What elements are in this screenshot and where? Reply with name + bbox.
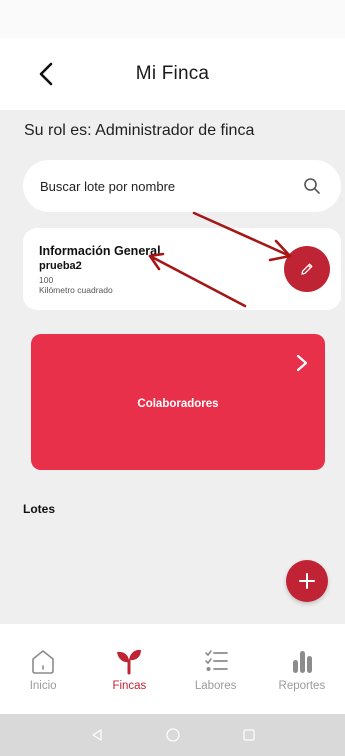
search-icon[interactable] (303, 177, 321, 195)
farm-area-unit: Kilómetro cuadrado (39, 285, 113, 295)
system-recents-button[interactable] (211, 714, 287, 756)
top-bar: Mi Finca (0, 38, 345, 110)
bottom-nav: Inicio Fincas Labores Reportes (0, 624, 345, 714)
status-bar (0, 0, 345, 38)
system-nav-bar (0, 714, 345, 756)
add-button[interactable] (286, 560, 328, 602)
farm-name: prueba2 (39, 260, 82, 272)
checklist-icon (204, 650, 228, 671)
system-back-button[interactable] (59, 714, 135, 756)
farm-area: 100 (39, 275, 54, 285)
nav-item-fincas[interactable]: Fincas (86, 624, 172, 714)
pencil-icon (301, 263, 313, 275)
sprout-icon (117, 649, 142, 675)
triangle-back-icon (91, 729, 102, 741)
search-bar[interactable] (23, 160, 341, 212)
nav-item-labores[interactable]: Labores (173, 624, 259, 714)
nav-label-inicio: Inicio (29, 680, 57, 692)
search-input[interactable] (38, 177, 282, 195)
chevron-right-icon (296, 354, 308, 372)
circle-home-icon (165, 728, 180, 742)
page-title: Mi Finca (135, 63, 210, 84)
back-button[interactable] (30, 58, 62, 90)
home-icon (32, 650, 54, 674)
plus-icon (299, 573, 315, 589)
general-info-card: Información General prueba2 100 Kilómetr… (23, 228, 341, 310)
lotes-heading: Lotes (23, 502, 56, 516)
role-text: Su rol es: Administrador de finca (24, 122, 255, 139)
collaborators-label: Colaboradores (137, 398, 219, 410)
back-arrow-icon (39, 62, 53, 86)
main-content: Su rol es: Administrador de finca Inform… (0, 110, 345, 624)
info-card-title: Información General (39, 244, 161, 258)
nav-item-reportes[interactable]: Reportes (259, 624, 345, 714)
bar-chart-icon (292, 651, 312, 673)
nav-label-fincas: Fincas (112, 680, 147, 692)
system-home-button[interactable] (135, 714, 211, 756)
square-recents-icon (242, 729, 255, 741)
nav-item-inicio[interactable]: Inicio (0, 624, 86, 714)
nav-label-labores: Labores (194, 680, 237, 692)
nav-label-reportes: Reportes (278, 680, 326, 692)
collaborators-card[interactable]: Colaboradores (31, 334, 325, 470)
edit-button[interactable] (284, 246, 330, 292)
